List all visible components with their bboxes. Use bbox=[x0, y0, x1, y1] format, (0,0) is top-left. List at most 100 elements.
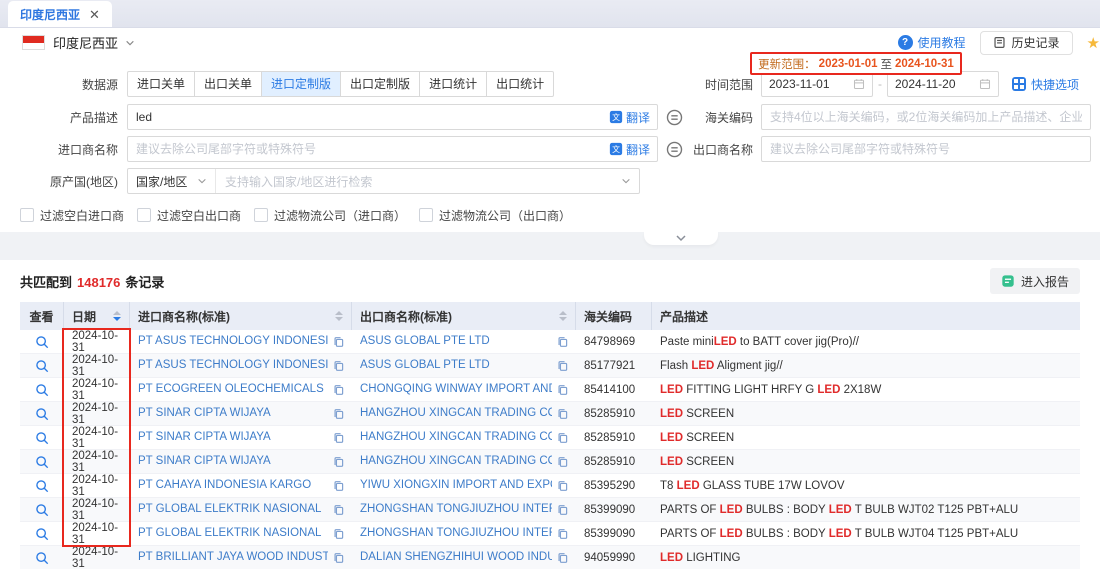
view-details-button[interactable] bbox=[35, 359, 49, 373]
copy-icon[interactable] bbox=[333, 456, 344, 467]
importer-link[interactable]: PT CAHAYA INDONESIA KARGO bbox=[138, 474, 328, 497]
importer-link[interactable]: PT SINAR CIPTA WIJAYA bbox=[138, 402, 328, 425]
copy-icon[interactable] bbox=[557, 384, 568, 395]
importer-link[interactable]: PT ECOGREEN OLEOCHEMICALS bbox=[138, 378, 328, 401]
sort-icon[interactable] bbox=[553, 311, 567, 321]
copy-icon[interactable] bbox=[557, 528, 568, 539]
filter-checkbox-3[interactable]: 过滤物流公司（出口商） bbox=[419, 207, 571, 224]
datasource-tab-0[interactable]: 进口关单 bbox=[127, 71, 195, 97]
view-details-button[interactable] bbox=[35, 431, 49, 445]
exporter-link[interactable]: HANGZHOU XINGCAN TRADING CO LTD bbox=[360, 450, 552, 473]
exporter-link[interactable]: ASUS GLOBAL PTE LTD bbox=[360, 330, 552, 353]
filter-checkbox-1[interactable]: 过滤空白出口商 bbox=[137, 207, 241, 224]
copy-icon[interactable] bbox=[333, 384, 344, 395]
importer-link[interactable]: PT GLOBAL ELEKTRIK NASIONAL bbox=[138, 498, 328, 521]
datasource-tab-4[interactable]: 进口统计 bbox=[419, 71, 487, 97]
view-details-button[interactable] bbox=[35, 527, 49, 541]
copy-icon[interactable] bbox=[557, 552, 568, 563]
importer-cell: PT ASUS TECHNOLOGY INDONESIA BA... bbox=[130, 354, 352, 377]
copy-icon[interactable] bbox=[333, 432, 344, 443]
importer-link[interactable]: PT BRILLIANT JAYA WOOD INDUSTRY bbox=[138, 546, 328, 569]
copy-icon[interactable] bbox=[333, 504, 344, 515]
exporter-cell: CHONGQING WINWAY IMPORT AND E... bbox=[352, 378, 576, 401]
importer-name-input[interactable] bbox=[127, 136, 658, 162]
copy-icon[interactable] bbox=[333, 408, 344, 419]
quick-options-button[interactable]: 快捷选项 bbox=[1012, 76, 1079, 93]
checkbox-icon[interactable] bbox=[254, 208, 268, 222]
view-details-button[interactable] bbox=[35, 335, 49, 349]
copy-icon[interactable] bbox=[333, 336, 344, 347]
view-details-button[interactable] bbox=[35, 551, 49, 565]
checkbox-icon[interactable] bbox=[419, 208, 433, 222]
origin-select[interactable]: 国家/地区 支持输入国家/地区进行检索 bbox=[127, 168, 640, 194]
exporter-link[interactable]: ZHONGSHAN TONGJIUZHOU INTERNA... bbox=[360, 522, 552, 545]
country-selector[interactable]: 印度尼西亚 bbox=[53, 33, 118, 52]
exporter-link[interactable]: ZHONGSHAN TONGJIUZHOU INTERNA... bbox=[360, 498, 552, 521]
copy-icon[interactable] bbox=[557, 480, 568, 491]
exporter-name-input[interactable] bbox=[761, 136, 1091, 162]
exporter-link[interactable]: CHONGQING WINWAY IMPORT AND E... bbox=[360, 378, 552, 401]
exporter-link[interactable]: DALIAN SHENGZHIHUI WOOD INDUST... bbox=[360, 546, 552, 569]
translate-button[interactable]: 文 翻译 bbox=[609, 109, 650, 126]
enter-report-button[interactable]: 进入报告 bbox=[990, 268, 1080, 294]
filter-checkbox-2[interactable]: 过滤物流公司（进口商） bbox=[254, 207, 406, 224]
importer-link[interactable]: PT SINAR CIPTA WIJAYA bbox=[138, 426, 328, 449]
favorite-star-icon[interactable]: ★ bbox=[1087, 34, 1100, 52]
translate-button[interactable]: 文 翻译 bbox=[609, 141, 650, 158]
exporter-link[interactable]: HANGZHOU XINGCAN TRADING CO LTD bbox=[360, 426, 552, 449]
copy-icon[interactable] bbox=[557, 408, 568, 419]
copy-icon[interactable] bbox=[557, 504, 568, 515]
view-details-button[interactable] bbox=[35, 407, 49, 421]
exporter-link[interactable]: HANGZHOU XINGCAN TRADING CO LTD bbox=[360, 402, 552, 425]
match-mode-icon[interactable] bbox=[666, 141, 683, 158]
copy-icon[interactable] bbox=[557, 456, 568, 467]
column-header-2[interactable]: 进口商名称(标准) bbox=[130, 302, 352, 330]
datasource-tab-5[interactable]: 出口统计 bbox=[486, 71, 554, 97]
tutorial-icon: ? bbox=[898, 35, 913, 50]
product-desc-input[interactable] bbox=[127, 104, 658, 130]
datasource-tab-2[interactable]: 进口定制版 bbox=[261, 71, 341, 97]
datasource-tab-3[interactable]: 出口定制版 bbox=[340, 71, 420, 97]
tutorial-label: 使用教程 bbox=[918, 34, 966, 51]
hs-code-input[interactable] bbox=[761, 104, 1091, 130]
start-date-value[interactable] bbox=[769, 77, 853, 91]
copy-icon[interactable] bbox=[333, 528, 344, 539]
column-header-3[interactable]: 出口商名称(标准) bbox=[352, 302, 576, 330]
importer-link[interactable]: PT ASUS TECHNOLOGY INDONESIA BA... bbox=[138, 354, 328, 377]
datasource-tab-1[interactable]: 出口关单 bbox=[194, 71, 262, 97]
exporter-link[interactable]: ASUS GLOBAL PTE LTD bbox=[360, 354, 552, 377]
history-button[interactable]: 历史记录 bbox=[980, 31, 1073, 55]
tab-close-icon[interactable]: ✕ bbox=[89, 8, 100, 21]
view-details-button[interactable] bbox=[35, 383, 49, 397]
end-date-value[interactable] bbox=[895, 77, 979, 91]
collapse-panel-handle[interactable] bbox=[644, 232, 718, 245]
origin-search-placeholder[interactable]: 支持输入国家/地区进行检索 bbox=[216, 173, 621, 190]
filter-checkbox-0[interactable]: 过滤空白进口商 bbox=[20, 207, 124, 224]
product-desc-text: PARTS OF LED BULBS : BODY LED T BULB WJT… bbox=[660, 504, 1018, 516]
copy-icon[interactable] bbox=[557, 432, 568, 443]
checkbox-icon[interactable] bbox=[137, 208, 151, 222]
importer-link[interactable]: PT SINAR CIPTA WIJAYA bbox=[138, 450, 328, 473]
checkbox-icon[interactable] bbox=[20, 208, 34, 222]
view-details-button[interactable] bbox=[35, 503, 49, 517]
chevron-down-icon[interactable] bbox=[125, 38, 135, 48]
importer-link[interactable]: PT GLOBAL ELEKTRIK NASIONAL bbox=[138, 522, 328, 545]
importer-link[interactable]: PT ASUS TECHNOLOGY INDONESIA BA... bbox=[138, 330, 328, 353]
tutorial-link[interactable]: ? 使用教程 bbox=[898, 34, 966, 51]
exporter-cell: HANGZHOU XINGCAN TRADING CO LTD bbox=[352, 450, 576, 473]
column-header-1[interactable]: 日期 bbox=[64, 302, 130, 330]
origin-type-select[interactable]: 国家/地区 bbox=[128, 169, 216, 193]
sort-icon[interactable] bbox=[329, 311, 343, 321]
copy-icon[interactable] bbox=[333, 480, 344, 491]
match-mode-icon[interactable] bbox=[666, 109, 683, 126]
sort-icon[interactable] bbox=[107, 311, 121, 321]
view-details-button[interactable] bbox=[35, 479, 49, 493]
copy-icon[interactable] bbox=[333, 552, 344, 563]
tab-indonesia[interactable]: 印度尼西亚 ✕ bbox=[8, 1, 112, 27]
copy-icon[interactable] bbox=[333, 360, 344, 371]
copy-icon[interactable] bbox=[557, 360, 568, 371]
copy-icon[interactable] bbox=[557, 336, 568, 347]
exporter-link[interactable]: YIWU XIONGXIN IMPORT AND EXPORT... bbox=[360, 474, 552, 497]
filter-checkboxes: 过滤空白进口商过滤空白出口商过滤物流公司（进口商） 过滤物流公司（出口商） bbox=[20, 202, 571, 228]
view-details-button[interactable] bbox=[35, 455, 49, 469]
